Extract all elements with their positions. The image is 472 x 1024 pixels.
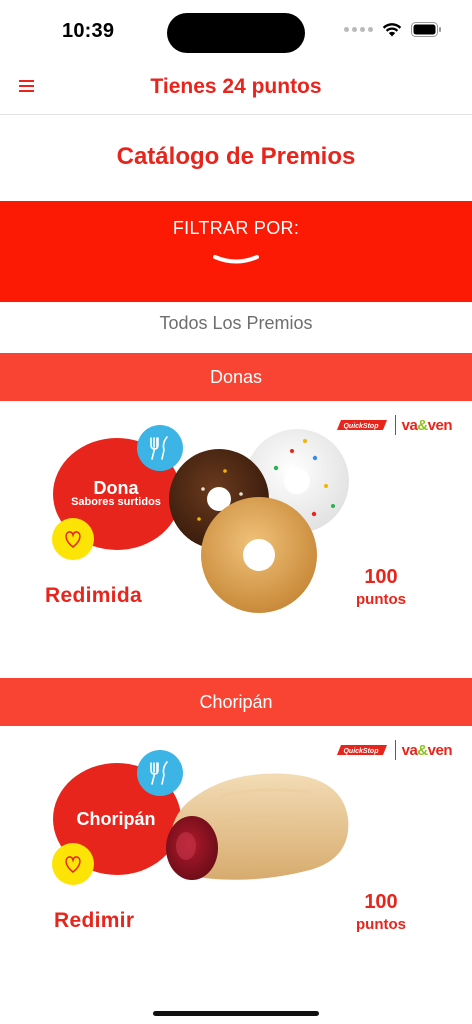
redeem-status[interactable]: Redimida (45, 584, 142, 608)
cellular-signal-icon (344, 27, 373, 32)
status-icons (344, 22, 442, 37)
choripan-image (166, 773, 349, 880)
points-cost: 100 (364, 891, 398, 913)
wifi-icon (382, 23, 402, 37)
filter-label: FILTRAR POR: (172, 218, 300, 238)
product-title: Choripán (76, 809, 156, 829)
vaven-logo: va&ven (401, 741, 453, 759)
points-unit: puntos (356, 916, 406, 933)
points-cost: 100 (364, 566, 398, 588)
quickstop-logo-text: QuickStop (343, 748, 379, 755)
page-title: Catálogo de Premios (116, 143, 356, 170)
product-subtitle: Sabores surtidos (71, 496, 161, 508)
filter-button[interactable]: FILTRAR POR: (0, 201, 472, 302)
dynamic-island (167, 13, 305, 53)
status-time: 10:39 (62, 20, 115, 42)
reward-card-donas[interactable]: QuickStop va&ven Dona Sabores surtidos R… (0, 401, 472, 677)
category-header-choripan: Choripán (0, 678, 472, 726)
quickstop-logo: QuickStop (336, 745, 387, 755)
points-unit: puntos (356, 591, 406, 608)
heart-icon (52, 518, 94, 560)
chevron-down-icon (213, 255, 259, 264)
logo-divider (394, 740, 396, 760)
category-header-donas: Donas (0, 353, 472, 401)
heart-icon (52, 843, 94, 885)
app-header: Tienes 24 puntos (0, 62, 472, 115)
battery-icon (411, 22, 441, 37)
home-indicator[interactable] (153, 1011, 319, 1016)
reward-card-choripan[interactable]: QuickStop va&ven Choripán Redimir 100 pu… (0, 726, 472, 1002)
status-bar: 10:39 (0, 0, 472, 62)
vaven-logo: va&ven (401, 416, 453, 434)
logo-divider (394, 415, 396, 435)
points-balance-title: Tienes 24 puntos (150, 75, 322, 98)
all-prizes-filter[interactable]: Todos Los Premios (0, 313, 472, 334)
brand-logos: QuickStop va&ven (336, 740, 453, 760)
donuts-image (169, 429, 349, 613)
redeem-button[interactable]: Redimir (54, 909, 134, 933)
